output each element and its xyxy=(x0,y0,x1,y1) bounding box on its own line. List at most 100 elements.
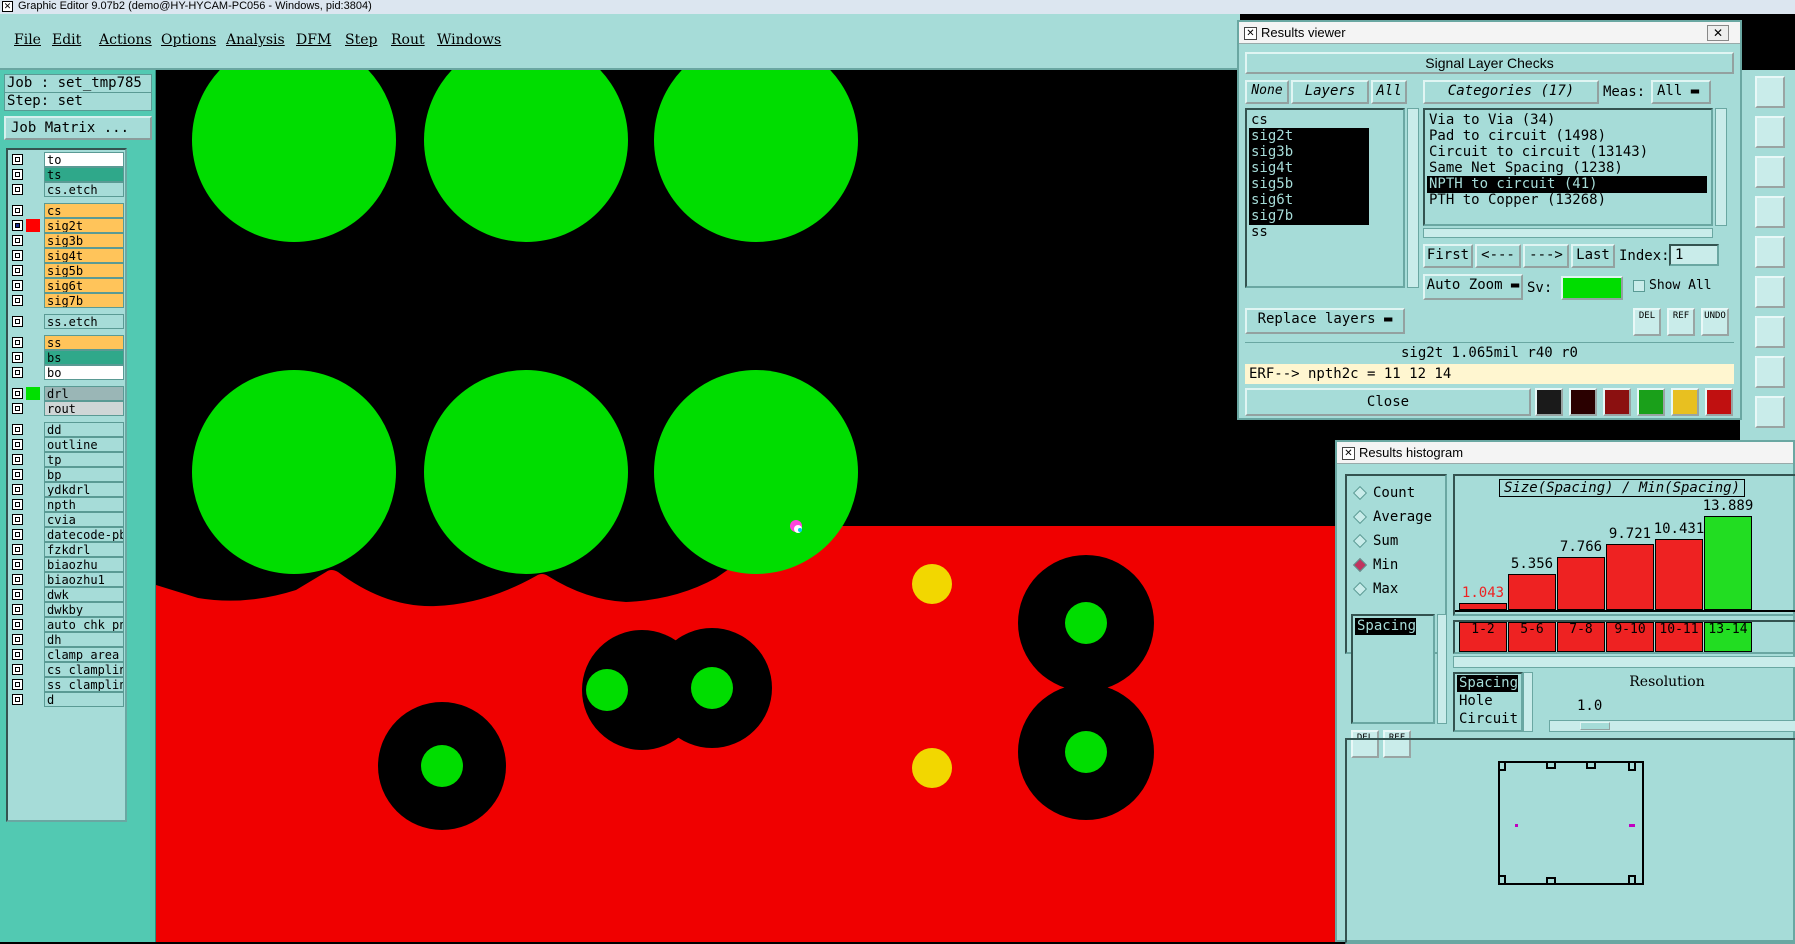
layer-list-item[interactable]: sig3b xyxy=(1249,144,1369,161)
list-item[interactable]: Spacing xyxy=(1355,618,1417,635)
layer-checkbox[interactable] xyxy=(12,529,23,540)
layer-checkbox[interactable] xyxy=(12,235,23,246)
layer-checkbox[interactable] xyxy=(12,514,23,525)
layer-row[interactable]: sig2t xyxy=(10,218,124,233)
layer-name[interactable]: sig7b xyxy=(44,293,124,308)
categories-hscrollbar[interactable] xyxy=(1423,228,1713,238)
layer-row[interactable]: dh xyxy=(10,632,124,647)
layer-name[interactable]: auto_chk_pn xyxy=(44,617,124,632)
menu-analysis[interactable]: Analysis xyxy=(226,32,285,48)
layer-checkbox[interactable] xyxy=(12,250,23,261)
menu-actions[interactable]: Actions xyxy=(99,32,152,48)
layer-list-item[interactable]: cs xyxy=(1249,112,1369,129)
layer-swatch[interactable] xyxy=(26,618,40,631)
layer-checkbox[interactable] xyxy=(12,619,23,630)
layer-checkbox[interactable] xyxy=(12,694,23,705)
mode-radio[interactable]: Average xyxy=(1352,508,1432,526)
layer-row[interactable]: bp xyxy=(10,467,124,482)
histogram-bar[interactable] xyxy=(1606,544,1654,610)
last-button[interactable]: Last xyxy=(1571,244,1615,268)
index-input[interactable]: 1 xyxy=(1669,244,1719,266)
menu-step[interactable]: Step xyxy=(345,32,377,48)
layer-row[interactable]: sig3b xyxy=(10,233,124,248)
category-item[interactable]: Circuit to circuit (13143) xyxy=(1427,144,1707,161)
category-item[interactable]: Pad to circuit (1498) xyxy=(1427,128,1707,145)
layers-list[interactable]: cs sig2t sig3b sig4t sig5b sig6t sig7b ss xyxy=(1245,108,1405,288)
layer-row[interactable]: datecode-pb xyxy=(10,527,124,542)
layer-row[interactable]: bo xyxy=(10,365,124,380)
layer-swatch[interactable] xyxy=(26,387,40,400)
layer-swatch[interactable] xyxy=(26,402,40,415)
layer-swatch[interactable] xyxy=(26,204,40,217)
layer-name[interactable]: datecode-pb xyxy=(44,527,124,542)
mode-radio[interactable]: Min xyxy=(1352,556,1398,574)
layer-row[interactable]: cs xyxy=(10,203,124,218)
layer-swatch[interactable] xyxy=(26,153,40,166)
histogram-bar[interactable] xyxy=(1704,516,1752,610)
layer-swatch[interactable] xyxy=(26,219,40,232)
replace-layers-button[interactable]: Replace layers ▬ xyxy=(1245,308,1405,334)
layer-swatch[interactable] xyxy=(26,468,40,481)
list-scrollbar[interactable] xyxy=(1437,614,1447,724)
layer-checkbox[interactable] xyxy=(12,367,23,378)
graphics-canvas[interactable] xyxy=(156,70,1339,942)
layer-checkbox[interactable] xyxy=(12,649,23,660)
layer-row[interactable]: outline xyxy=(10,437,124,452)
layer-row[interactable]: drl xyxy=(10,386,124,401)
layer-row[interactable]: cs_clampline xyxy=(10,662,124,677)
next-button[interactable]: ---> xyxy=(1523,244,1569,268)
fit-icon[interactable] xyxy=(1755,156,1785,188)
type-item[interactable]: Circuit xyxy=(1457,711,1518,728)
layer-name[interactable]: npth xyxy=(44,497,124,512)
layer-swatch[interactable] xyxy=(26,279,40,292)
menu-windows[interactable]: Windows xyxy=(437,32,501,48)
chart-hscrollbar[interactable] xyxy=(1453,656,1795,668)
layer-name[interactable]: ts xyxy=(44,167,124,182)
layer-row[interactable]: ss xyxy=(10,335,124,350)
category-item[interactable]: Same Net Spacing (1238) xyxy=(1427,160,1707,177)
layer-checkbox[interactable] xyxy=(12,589,23,600)
layer-swatch[interactable] xyxy=(26,249,40,262)
record-icon[interactable] xyxy=(1569,388,1597,416)
layer-row[interactable]: to xyxy=(10,152,124,167)
layer-swatch[interactable] xyxy=(26,168,40,181)
layer-row[interactable]: d xyxy=(10,692,124,707)
layer-swatch[interactable] xyxy=(26,366,40,379)
layer-swatch[interactable] xyxy=(26,588,40,601)
layer-name[interactable]: dwkby xyxy=(44,602,124,617)
sv-color-dropdown[interactable] xyxy=(1561,276,1623,300)
layer-name[interactable]: d xyxy=(44,692,124,707)
mode-radio[interactable]: Max xyxy=(1352,580,1398,598)
layer-row[interactable]: sig5b xyxy=(10,263,124,278)
export-icon[interactable] xyxy=(1755,76,1785,108)
layer-row[interactable]: ss.etch xyxy=(10,314,124,329)
category-item[interactable]: PTH to Copper (13268) xyxy=(1427,192,1707,209)
layer-row[interactable]: auto_chk_pn xyxy=(10,617,124,632)
category-item[interactable]: Via to Via (34) xyxy=(1427,112,1707,129)
layer-name[interactable]: sig5b xyxy=(44,263,124,278)
layer-name[interactable]: bs xyxy=(44,350,124,365)
menu-file[interactable]: File xyxy=(14,32,41,48)
layer-checkbox[interactable] xyxy=(12,439,23,450)
layer-checkbox[interactable] xyxy=(12,574,23,585)
layer-checkbox[interactable] xyxy=(12,295,23,306)
job-matrix-button[interactable]: Job Matrix ... xyxy=(4,116,152,140)
layer-name[interactable]: drl xyxy=(44,386,124,401)
auto-zoom-dropdown[interactable]: Auto Zoom ▬ xyxy=(1423,274,1523,300)
layer-row[interactable]: dwk xyxy=(10,587,124,602)
layer-swatch[interactable] xyxy=(26,573,40,586)
layer-checkbox[interactable] xyxy=(12,388,23,399)
categories-list[interactable]: Via to Via (34) Pad to circuit (1498) Circ… xyxy=(1423,108,1713,226)
layer-swatch[interactable] xyxy=(26,315,40,328)
step-icon[interactable] xyxy=(1637,388,1665,416)
radio-indicator[interactable] xyxy=(1352,533,1368,549)
layer-list-item[interactable]: sig7b xyxy=(1249,208,1369,225)
layer-name[interactable]: biaozhu1 xyxy=(44,572,124,587)
layer-name[interactable]: clamp_area xyxy=(44,647,124,662)
layer-checkbox[interactable] xyxy=(12,679,23,690)
layer-swatch[interactable] xyxy=(26,351,40,364)
layer-name[interactable]: sig6t xyxy=(44,278,124,293)
mode-radio[interactable]: Sum xyxy=(1352,532,1398,550)
layer-checkbox[interactable] xyxy=(12,337,23,348)
layer-swatch[interactable] xyxy=(26,528,40,541)
